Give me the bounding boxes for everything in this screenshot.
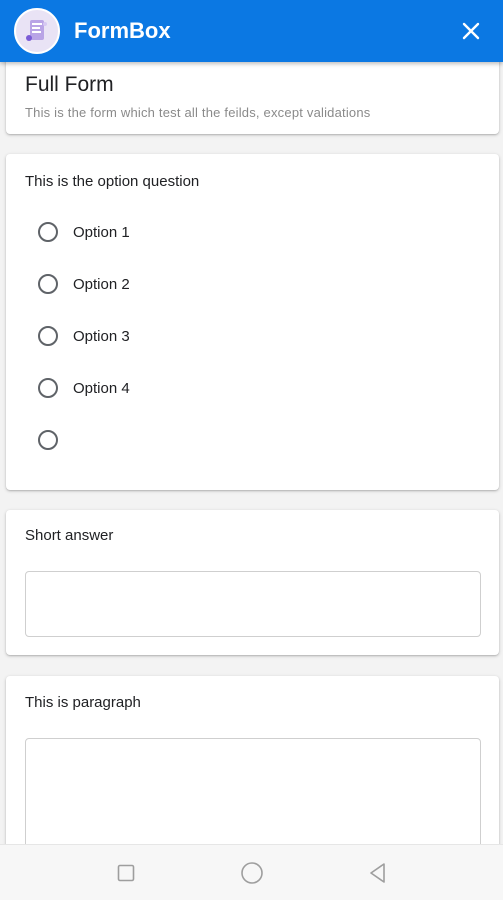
form-description: This is the form which test all the feil… — [25, 105, 371, 120]
close-icon — [462, 22, 480, 40]
short-answer-label: Short answer — [25, 527, 114, 544]
radio-button[interactable] — [38, 326, 58, 346]
radio-option-4[interactable]: Option 4 — [38, 362, 499, 414]
nav-recent-button[interactable] — [112, 859, 140, 887]
radio-group: Option 1 Option 2 Option 3 Option 4 — [38, 206, 499, 466]
radio-button[interactable] — [38, 430, 58, 450]
app-bar: FormBox — [0, 0, 503, 62]
formbox-logo-icon — [14, 8, 60, 54]
nav-home-button[interactable] — [238, 859, 266, 887]
radio-button[interactable] — [38, 274, 58, 294]
app-title: FormBox — [74, 18, 171, 43]
app-screen: FormBox Full Form This is the form which… — [0, 0, 503, 900]
close-button[interactable] — [451, 11, 491, 51]
paragraph-card: This is paragraph — [6, 676, 499, 844]
paragraph-input[interactable] — [25, 738, 481, 844]
radio-option-3[interactable]: Option 3 — [38, 310, 499, 362]
radio-option-label: Option 4 — [73, 379, 130, 397]
form-content[interactable]: Full Form This is the form which test al… — [0, 62, 503, 844]
nav-back-button[interactable] — [364, 859, 392, 887]
short-answer-card: Short answer — [6, 510, 499, 655]
form-header-card: Full Form This is the form which test al… — [6, 62, 499, 134]
paragraph-label: This is paragraph — [25, 694, 141, 711]
radio-option-1[interactable]: Option 1 — [38, 206, 499, 258]
system-nav-bar — [0, 844, 503, 900]
triangle-back-icon — [369, 862, 385, 883]
radio-option-label: Option 3 — [73, 327, 130, 345]
radio-option-label: Option 2 — [73, 275, 130, 293]
form-title: Full Form — [25, 73, 114, 96]
radio-option-2[interactable]: Option 2 — [38, 258, 499, 310]
option-question-card: This is the option question Option 1 Opt… — [6, 154, 499, 490]
square-icon — [117, 864, 134, 881]
radio-option-label: Option 1 — [73, 223, 130, 241]
radio-button[interactable] — [38, 378, 58, 398]
circle-icon — [240, 861, 263, 884]
option-question-label: This is the option question — [25, 173, 200, 190]
radio-button[interactable] — [38, 222, 58, 242]
radio-option-5[interactable] — [38, 414, 499, 466]
short-answer-input[interactable] — [25, 571, 481, 637]
